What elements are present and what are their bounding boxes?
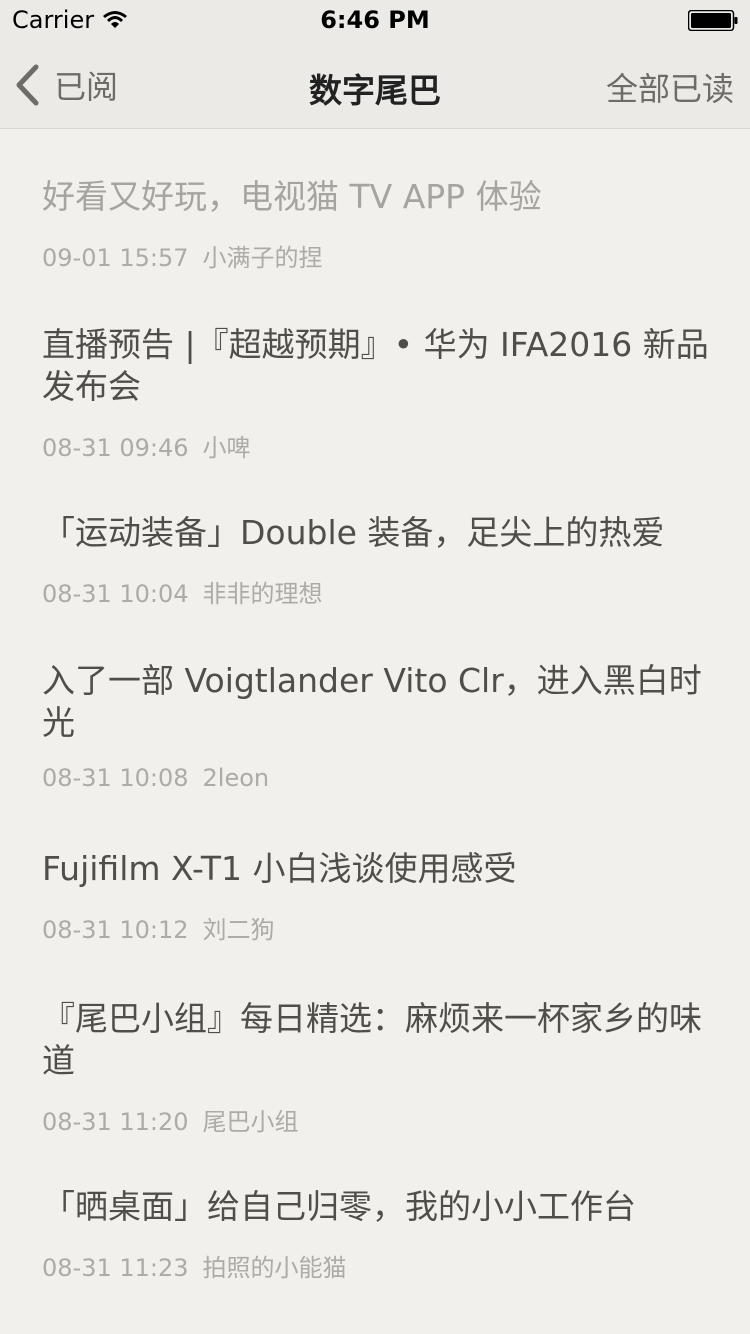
article-date: 08-31 10:08	[42, 764, 189, 792]
article-item[interactable]: 「晒桌面」给自己归零，我的小小工作台 08-31 11:23 拍照的小能猫	[42, 1186, 712, 1283]
article-meta: 08-31 11:20 尾巴小组	[42, 1102, 712, 1137]
article-item[interactable]: 直播预告 |『超越预期』• 华为 IFA2016 新品发布会 08-31 09:…	[42, 324, 712, 463]
article-item[interactable]: 入了一部 Voigtlander Vito Clr，进入黑白时光 08-31 1…	[42, 660, 712, 792]
article-title: 「晒桌面」给自己归零，我的小小工作台	[42, 1187, 636, 1226]
article-author: 刘二狗	[202, 916, 275, 944]
article-item[interactable]: 『尾巴小组』每日精选：麻烦来一杯家乡的味道 08-31 11:20 尾巴小组	[42, 998, 712, 1137]
article-date: 08-31 09:46	[42, 434, 189, 462]
article-date: 08-31 10:04	[42, 580, 189, 608]
article-title: 『尾巴小组』每日精选：麻烦来一杯家乡的味道	[42, 999, 702, 1080]
article-meta: 08-31 10:04 非非的理想	[42, 574, 712, 609]
article-title: 入了一部 Voigtlander Vito Clr，进入黑白时光	[42, 661, 702, 742]
article-date: 08-31 10:12	[42, 916, 189, 944]
article-date: 08-31 11:23	[42, 1254, 189, 1282]
status-time: 6:46 PM	[320, 6, 430, 34]
article-author: 小啤	[202, 434, 251, 462]
article-meta: 08-31 10:08 2leon	[42, 764, 712, 792]
article-item[interactable]: Fujifilm X-T1 小白浅谈使用感受 08-31 10:12 刘二狗	[42, 848, 712, 945]
article-title: 直播预告 |『超越预期』• 华为 IFA2016 新品发布会	[42, 325, 709, 406]
article-title: 「运动装备」Double 装备，足尖上的热爱	[42, 513, 665, 552]
article-meta: 09-01 15:57 小满子的捏	[42, 238, 712, 273]
article-author: 2leon	[202, 764, 270, 792]
article-meta: 08-31 09:46 小啤	[42, 428, 712, 463]
article-author: 小满子的捏	[202, 244, 323, 272]
article-item[interactable]: 好看又好玩，电视猫 TV APP 体验 09-01 15:57 小满子的捏	[42, 176, 712, 273]
article-title: Fujifilm X-T1 小白浅谈使用感受	[42, 849, 517, 888]
battery-icon	[688, 10, 738, 31]
article-author: 拍照的小能猫	[202, 1254, 347, 1282]
navigation-bar: 已阅 数字尾巴 全部已读	[0, 40, 750, 129]
article-date: 08-31 11:20	[42, 1108, 189, 1136]
article-item[interactable]: 「运动装备」Double 装备，足尖上的热爱 08-31 10:04 非非的理想	[42, 512, 712, 609]
article-author: 尾巴小组	[202, 1108, 299, 1136]
article-meta: 08-31 11:23 拍照的小能猫	[42, 1248, 712, 1283]
article-date: 09-01 15:57	[42, 244, 189, 272]
article-title: 好看又好玩，电视猫 TV APP 体验	[42, 177, 542, 216]
mark-all-read-button[interactable]: 全部已读	[606, 64, 734, 110]
article-meta: 08-31 10:12 刘二狗	[42, 910, 712, 945]
article-author: 非非的理想	[202, 580, 323, 608]
status-bar: Carrier 6:46 PM	[0, 0, 750, 40]
